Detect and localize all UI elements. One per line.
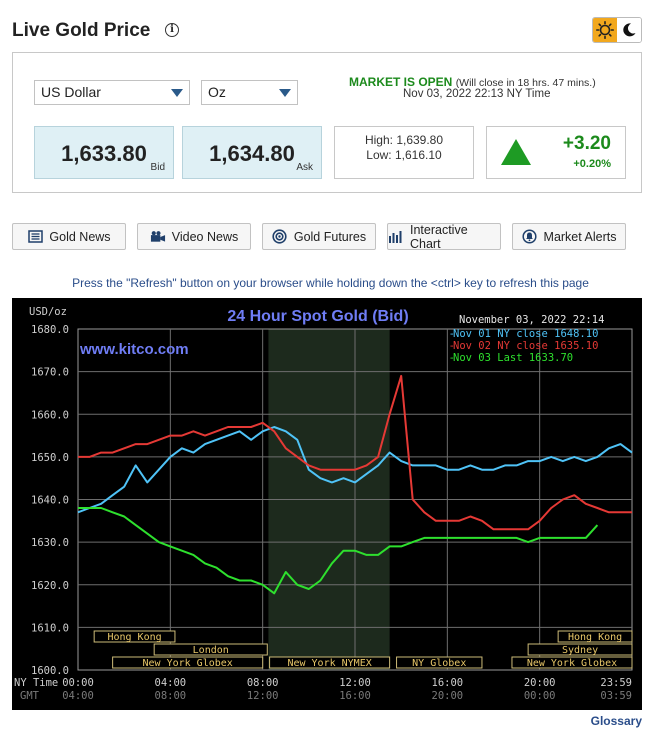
page-title: Live Gold Price (12, 20, 151, 41)
info-icon[interactable]: i (165, 23, 179, 37)
x-tick-gmt: 04:00 (62, 690, 94, 702)
session-label: Hong Kong (568, 632, 622, 643)
legend-dash: - (449, 340, 455, 352)
x-tick-ny: 16:00 (432, 677, 464, 689)
video-news-label: Video News (171, 229, 239, 244)
session-label: New York Globex (142, 658, 232, 669)
change-box: +3.20 +0.20% (486, 126, 626, 179)
legend-entry: Nov 03 Last 1633.70 (453, 352, 573, 364)
legend-entry: Nov 01 NY close 1648.10 (453, 328, 598, 340)
market-status: MARKET IS OPEN (Will close in 18 hrs. 47… (349, 75, 596, 89)
gold-chart-svg: 1680.0 1670.0 1660.0 1650.0 1640.0 1630.0 1620… (14, 306, 633, 702)
glossary-link[interactable]: Glossary (591, 714, 642, 728)
x-tick-ny: 20:00 (524, 677, 556, 689)
chevron-down-icon[interactable] (272, 81, 297, 104)
ask-label: Ask (296, 162, 313, 173)
session-label: New York Globex (527, 658, 617, 669)
unit-select[interactable]: Oz (201, 80, 298, 105)
x-tick-ny: 23:59 (600, 677, 632, 689)
x-tick-ny: 08:00 (247, 677, 279, 689)
moon-icon[interactable] (617, 18, 641, 42)
unit-select-value: Oz (208, 84, 226, 100)
high-value: High: 1,639.80 (364, 133, 444, 147)
x-tick-gmt: 20:00 (432, 690, 464, 702)
market-status-label: MARKET IS OPEN (349, 75, 453, 89)
gold-news-button[interactable]: Gold News (12, 223, 126, 250)
change-percent: +0.20% (573, 158, 611, 170)
chart-title: 24 Hour Spot Gold (Bid) (227, 308, 408, 325)
ask-box: 1,634.80 Ask (182, 126, 322, 179)
session-label: London (193, 645, 229, 656)
theme-toggle[interactable] (592, 17, 642, 43)
currency-select[interactable]: US Dollar (34, 80, 190, 105)
market-alerts-label: Market Alerts (543, 229, 617, 244)
legend-dash: - (449, 328, 455, 340)
market-alerts-button[interactable]: Market Alerts (512, 223, 626, 250)
x-axis-label-gmt: GMT (20, 690, 40, 702)
y-tick-label: 1630.0 (31, 537, 69, 549)
bid-label: Bid (150, 162, 165, 173)
price-panel: US Dollar Oz MARKET IS OPEN (Will close … (12, 52, 642, 193)
x-tick-ny: 00:00 (62, 677, 94, 689)
chart-watermark: www.kitco.com (79, 341, 189, 358)
y-tick-label: 1640.0 (31, 495, 69, 507)
arrow-up-icon (501, 139, 531, 165)
sun-icon[interactable] (593, 18, 617, 42)
gold-futures-button[interactable]: Gold Futures (262, 223, 376, 250)
gold-price-chart: 1680.0 1670.0 1660.0 1650.0 1640.0 1630.0 1620… (12, 298, 642, 710)
x-tick-gmt: 08:00 (155, 690, 187, 702)
low-value: Low: 1,616.10 (366, 148, 442, 162)
video-news-button[interactable]: Video News (137, 223, 251, 250)
video-camera-icon (150, 230, 166, 244)
y-tick-label: 1670.0 (31, 367, 69, 379)
y-axis-label: USD/oz (29, 306, 67, 318)
y-tick-label: 1620.0 (31, 580, 69, 592)
bid-box: 1,633.80 Bid (34, 126, 174, 179)
x-tick-gmt: 16:00 (339, 690, 371, 702)
bar-chart-icon (388, 230, 404, 244)
x-tick-gmt: 00:00 (524, 690, 556, 702)
x-tick-ny: 04:00 (155, 677, 187, 689)
y-tick-label: 1650.0 (31, 452, 69, 464)
x-tick-gmt: 03:59 (600, 690, 632, 702)
session-label: New York NYMEX (287, 658, 371, 669)
target-icon (272, 229, 288, 244)
gold-news-label: Gold News (49, 229, 111, 244)
x-axis-label-ny: NY Time (14, 677, 58, 689)
interactive-chart-button[interactable]: Interactive Chart (387, 222, 501, 251)
y-tick-label: 1600.0 (31, 665, 69, 677)
chart-date: November 03, 2022 22:14 (459, 314, 604, 326)
session-label: Sydney (562, 645, 598, 656)
y-tick-label: 1660.0 (31, 409, 69, 421)
bell-icon (522, 229, 538, 244)
session-label: Hong Kong (107, 632, 161, 643)
legend-entry: Nov 02 NY close 1635.10 (453, 340, 598, 352)
x-tick-gmt: 12:00 (247, 690, 279, 702)
y-tick-label: 1610.0 (31, 622, 69, 634)
newspaper-icon (27, 230, 43, 244)
high-low-box: High: 1,639.80 Low: 1,616.10 (334, 126, 474, 179)
change-amount: +3.20 (562, 133, 611, 154)
interactive-chart-label: Interactive Chart (410, 222, 468, 251)
market-time: Nov 03, 2022 22:13 NY Time (403, 88, 551, 100)
legend-dash: - (449, 352, 455, 364)
currency-select-value: US Dollar (41, 84, 101, 100)
session-label: NY Globex (412, 658, 466, 669)
gold-futures-label: Gold Futures (293, 229, 367, 244)
x-tick-ny: 12:00 (339, 677, 371, 689)
y-tick-label: 1680.0 (31, 324, 69, 336)
chevron-down-icon[interactable] (164, 81, 189, 104)
refresh-instructions: Press the "Refresh" button on your brows… (72, 276, 589, 290)
